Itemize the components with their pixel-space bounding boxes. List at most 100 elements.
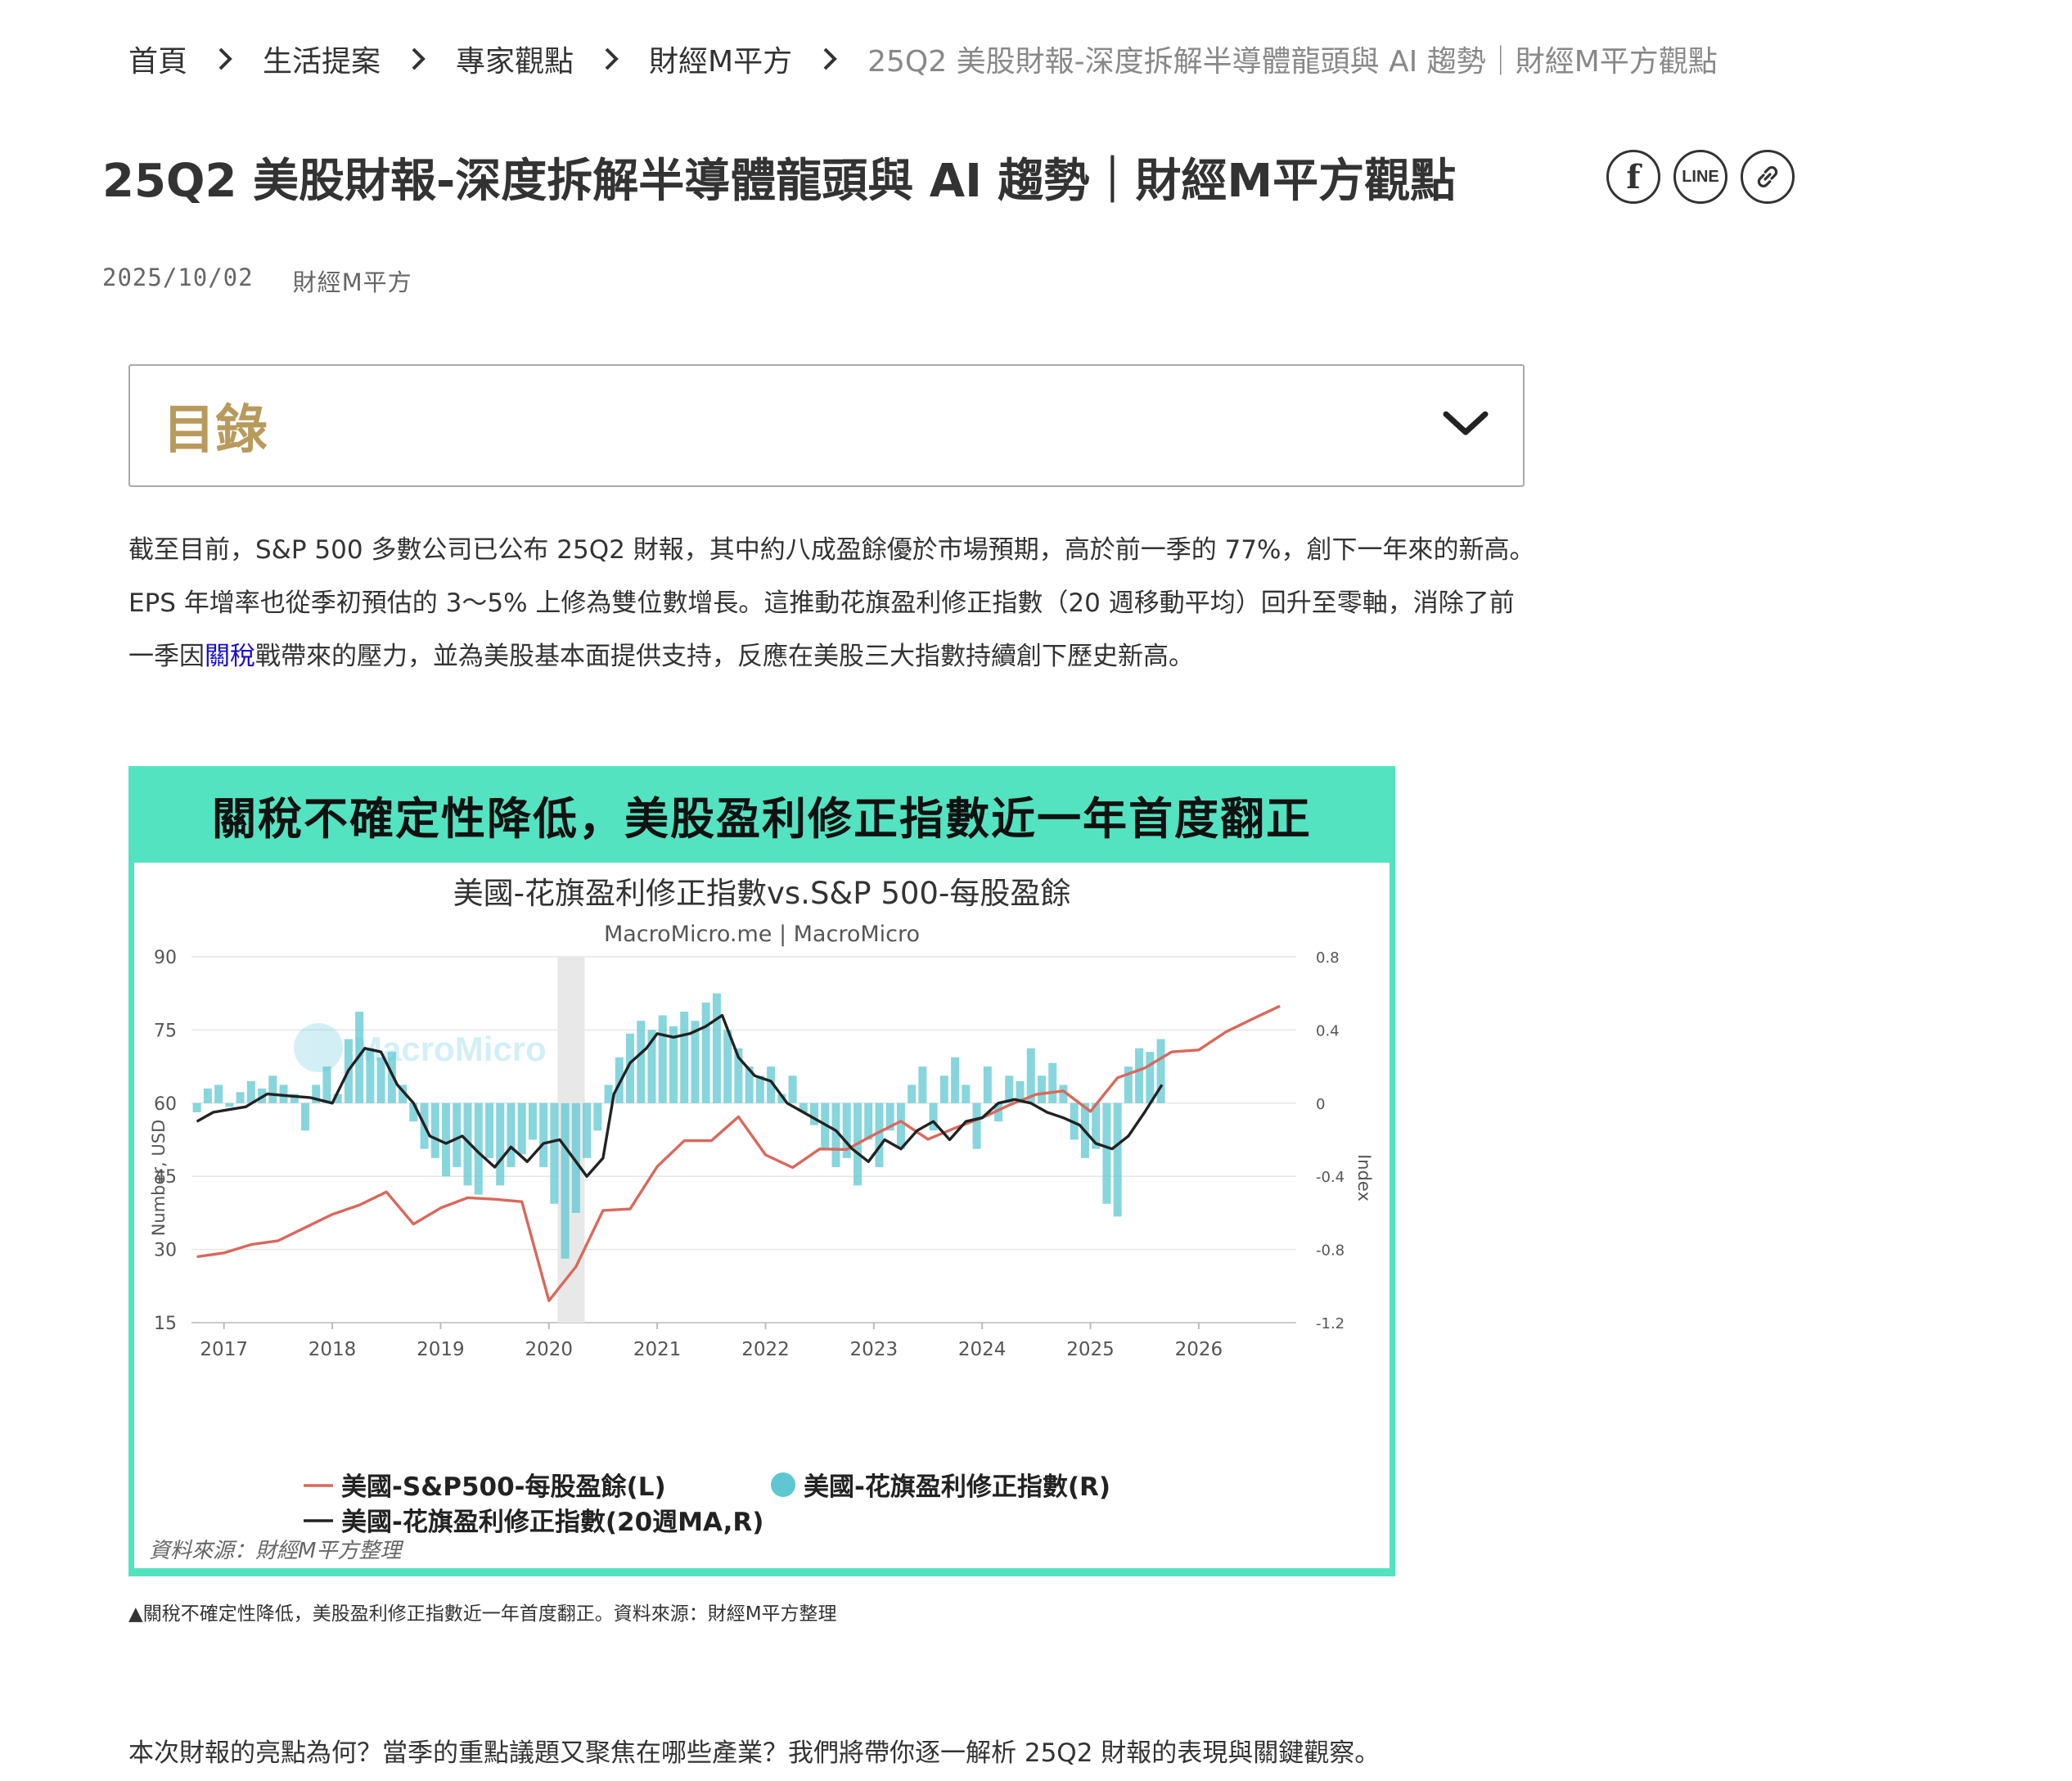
chart-banner-title: 關稅不確定性降低，美股盈利修正指數近一年首度翻正 xyxy=(212,792,1312,845)
breadcrumb-home[interactable]: 首頁 xyxy=(128,38,187,80)
revision-bar xyxy=(539,1102,548,1168)
x-tick-label: 2026 xyxy=(1175,1339,1223,1360)
x-tick-label: 2021 xyxy=(633,1339,682,1360)
eps-revision-chart: MacroMicro 美國-花旗盈利修正指數vs.S&P 500-每股盈餘 Ma… xyxy=(149,876,1374,1563)
revision-bar xyxy=(442,1102,451,1177)
breadcrumb: 首頁 生活提案 專家觀點 財經M平方 25Q2 美股財報-深度拆解半導體龍頭與 … xyxy=(128,36,1718,82)
figure-caption: ▲關稅不確定性降低，美股盈利修正指數近一年首度翻正。資料來源：財經M平方整理 xyxy=(128,1603,837,1625)
left-tick-label: 15 xyxy=(154,1314,177,1334)
revision-bar xyxy=(300,1102,309,1131)
table-of-contents-toggle[interactable]: 目錄 xyxy=(128,364,1525,487)
right-tick-label: -1.2 xyxy=(1316,1315,1345,1332)
left-tick-label: 60 xyxy=(154,1094,177,1115)
revision-bar xyxy=(680,1012,689,1103)
revision-bar xyxy=(701,1002,710,1103)
revision-bar xyxy=(322,1066,331,1103)
revision-bar xyxy=(712,993,721,1103)
revision-bar xyxy=(908,1084,917,1103)
revision-bar xyxy=(496,1102,505,1186)
revision-bar xyxy=(939,1075,948,1103)
revision-index-bars xyxy=(192,993,1165,1259)
line-icon: LINE xyxy=(1682,167,1719,186)
revision-bar xyxy=(972,1102,981,1149)
right-axis-label: Index xyxy=(1354,1154,1374,1202)
author-name[interactable]: 財經M平方 xyxy=(293,264,412,298)
legend-ma-label: 美國-花旗盈利修正指數(20週MA,R) xyxy=(341,1508,763,1537)
revision-bar xyxy=(962,1084,971,1103)
breadcrumb-macromicro[interactable]: 財經M平方 xyxy=(649,38,792,80)
tariff-link[interactable]: 關稅 xyxy=(205,642,255,671)
right-tick-label: 0 xyxy=(1316,1096,1325,1113)
revision-bar xyxy=(507,1102,516,1168)
revision-bar xyxy=(723,1030,732,1103)
revision-bar xyxy=(453,1102,462,1168)
chevron-right-icon xyxy=(209,43,241,75)
revision-bar xyxy=(983,1066,992,1103)
chart-figure: 關稅不確定性降低，美股盈利修正指數近一年首度翻正 MacroMicro 美國-花… xyxy=(128,766,1395,1576)
line-share-button[interactable]: LINE xyxy=(1673,150,1727,204)
publish-date: 2025/10/02 xyxy=(102,264,254,291)
revision-bar xyxy=(236,1092,245,1103)
breadcrumb-lifestyle[interactable]: 生活提案 xyxy=(263,38,381,80)
revision-bar xyxy=(1102,1102,1111,1204)
breadcrumb-expert[interactable]: 專家觀點 xyxy=(456,38,574,80)
revision-bar xyxy=(896,1102,905,1149)
article-meta: 2025/10/02 財經M平方 xyxy=(102,264,412,298)
revision-bar xyxy=(583,1102,592,1158)
intro-paragraph: 截至目前，S&P 500 多數公司已公布 25Q2 財報，其中約八成盈餘優於市場… xyxy=(128,524,1536,683)
page-title: 25Q2 美股財報-深度拆解半導體龍頭與 AI 趨勢｜財經M平方觀點 xyxy=(102,155,1457,208)
revision-bar xyxy=(875,1102,884,1168)
right-tick-label: 0.4 xyxy=(1316,1022,1340,1039)
revision-bar xyxy=(864,1102,873,1140)
chart-title: 美國-花旗盈利修正指數vs.S&P 500-每股盈餘 xyxy=(453,876,1071,911)
right-tick-label: -0.4 xyxy=(1316,1169,1345,1186)
revision-bar xyxy=(517,1102,526,1155)
left-axis-label: Number, USD xyxy=(149,1120,169,1237)
x-tick-label: 2017 xyxy=(200,1339,248,1360)
right-tick-label: 0.8 xyxy=(1316,949,1340,967)
chart-legend: 美國-S&P500-每股盈餘(L) 美國-花旗盈利修正指數(R) 美國-花旗盈利… xyxy=(304,1472,1110,1537)
revision-bar xyxy=(203,1088,212,1103)
chart-panel: MacroMicro 美國-花旗盈利修正指數vs.S&P 500-每股盈餘 Ma… xyxy=(134,863,1390,1568)
x-tick-label: 2019 xyxy=(417,1339,465,1360)
x-tick-label: 2022 xyxy=(741,1339,790,1360)
x-tick-label: 2020 xyxy=(525,1339,573,1360)
legend-eps-label: 美國-S&P500-每股盈餘(L) xyxy=(341,1472,666,1502)
chart-source-note: 資料來源：財經M平方整理 xyxy=(149,1539,404,1563)
copy-link-button[interactable] xyxy=(1741,150,1795,204)
revision-bar xyxy=(658,1015,667,1103)
share-bar: f LINE xyxy=(1606,150,1795,204)
revision-bar xyxy=(192,1102,201,1112)
revision-bar xyxy=(1037,1075,1046,1103)
revision-bar xyxy=(561,1102,570,1259)
revision-bar xyxy=(268,1075,277,1103)
revision-bar xyxy=(1113,1102,1122,1217)
revision-bar xyxy=(550,1102,559,1204)
closing-paragraph: 本次財報的亮點為何？當季的重點議題又聚焦在哪些產業？我們將帶你逐一解析 25Q2… xyxy=(128,1738,1381,1768)
x-tick-label: 2023 xyxy=(850,1339,899,1360)
left-tick-label: 75 xyxy=(154,1021,177,1041)
facebook-share-button[interactable]: f xyxy=(1606,150,1660,204)
revision-bar xyxy=(376,1057,385,1103)
revision-bar xyxy=(528,1102,537,1140)
x-tick-label: 2024 xyxy=(958,1339,1007,1360)
breadcrumb-current: 25Q2 美股財報-深度拆解半導體龍頭與 AI 趨勢｜財經M平方觀點 xyxy=(867,45,1718,79)
x-axis-ticks: 2017 2018 2019 2020 2021 2022 2023 2024 2025 2026 xyxy=(200,1323,1223,1360)
revision-bar xyxy=(366,1048,375,1103)
revision-bar xyxy=(593,1102,602,1131)
revision-bar xyxy=(810,1102,819,1125)
macromicro-watermark: MacroMicro xyxy=(294,1023,547,1072)
revision-bar xyxy=(788,1075,797,1103)
chevron-right-icon xyxy=(402,43,435,75)
revision-bar xyxy=(1048,1062,1057,1103)
chevron-down-icon[interactable] xyxy=(1441,408,1490,444)
left-tick-label: 90 xyxy=(154,948,177,968)
watermark-logo-icon xyxy=(294,1023,343,1072)
revision-bar xyxy=(430,1102,439,1158)
chart-subtitle: MacroMicro.me | MacroMicro xyxy=(604,922,920,947)
revision-bar xyxy=(225,1102,234,1107)
revision-bar xyxy=(1146,1052,1155,1103)
revision-bar xyxy=(604,1084,613,1103)
revision-bar xyxy=(1135,1048,1144,1103)
right-tick-label: -0.8 xyxy=(1316,1242,1345,1260)
